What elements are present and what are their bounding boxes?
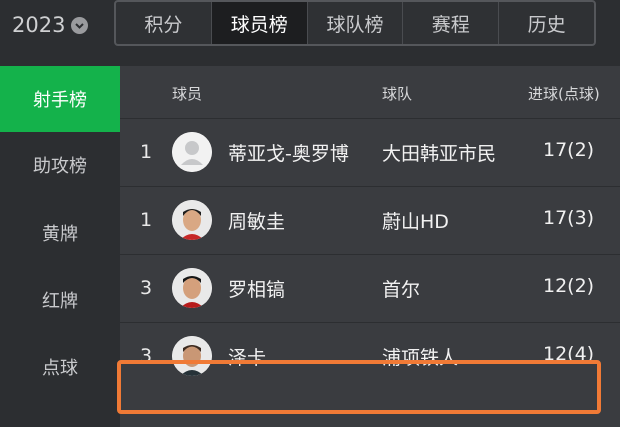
rankings-table: 球员 球队 进球(点球) 1 蒂亚戈-奥罗博 大田韩亚市民 17(2) 1 周敏… bbox=[120, 66, 620, 427]
tab-bar: 积分 球员榜 球队榜 赛程 历史 bbox=[114, 0, 596, 46]
player-photo-avatar bbox=[172, 268, 212, 308]
player-photo-avatar bbox=[172, 200, 212, 240]
row-rank: 3 bbox=[140, 277, 153, 299]
goals-value: 17(2) bbox=[543, 139, 595, 161]
tab-player-rankings[interactable]: 球员榜 bbox=[211, 2, 308, 44]
table-row[interactable]: 3 泽卡 浦项铁人 12(4) bbox=[120, 322, 620, 391]
chevron-down-icon bbox=[71, 16, 89, 34]
player-name[interactable]: 罗相镐 bbox=[228, 275, 285, 302]
player-name[interactable]: 泽卡 bbox=[228, 343, 266, 370]
tab-team-rankings[interactable]: 球队榜 bbox=[308, 2, 404, 44]
table-row[interactable]: 1 周敏圭 蔚山HD 17(3) bbox=[120, 186, 620, 255]
sidebar-item-red-cards[interactable]: 红牌 bbox=[0, 267, 120, 333]
category-sidebar: 射手榜 助攻榜 黄牌 红牌 点球 bbox=[0, 66, 120, 427]
team-name[interactable]: 蔚山HD bbox=[382, 207, 449, 234]
season-year: 2023 bbox=[12, 13, 66, 37]
sidebar-item-assists[interactable]: 助攻榜 bbox=[0, 132, 120, 198]
goals-value: 17(3) bbox=[543, 207, 595, 229]
row-rank: 3 bbox=[140, 345, 153, 367]
sidebar-item-penalties[interactable]: 点球 bbox=[0, 334, 120, 400]
table-row[interactable]: 3 罗相镐 首尔 12(2) bbox=[120, 254, 620, 323]
table-header: 球员 球队 进球(点球) bbox=[120, 66, 620, 118]
table-row[interactable]: 1 蒂亚戈-奥罗博 大田韩亚市民 17(2) bbox=[120, 118, 620, 187]
team-name[interactable]: 大田韩亚市民 bbox=[382, 139, 496, 166]
team-name[interactable]: 浦项铁人 bbox=[382, 343, 458, 370]
tab-schedule[interactable]: 赛程 bbox=[403, 2, 500, 44]
placeholder-avatar-icon bbox=[172, 132, 212, 172]
tab-standings[interactable]: 积分 bbox=[116, 2, 212, 44]
goals-value: 12(4) bbox=[543, 343, 595, 365]
goals-value: 12(2) bbox=[543, 275, 595, 297]
column-header-team: 球队 bbox=[382, 85, 413, 103]
tab-history[interactable]: 历史 bbox=[499, 2, 594, 44]
row-rank: 1 bbox=[140, 141, 153, 163]
top-bar: 2023 积分 球员榜 球队榜 赛程 历史 bbox=[0, 0, 620, 66]
season-selector[interactable]: 2023 bbox=[12, 10, 89, 40]
player-name[interactable]: 周敏圭 bbox=[228, 207, 285, 234]
sidebar-item-yellow-cards[interactable]: 黄牌 bbox=[0, 200, 120, 266]
column-header-goals: 进球(点球) bbox=[528, 85, 600, 103]
team-name[interactable]: 首尔 bbox=[382, 275, 420, 302]
player-photo-avatar bbox=[172, 336, 212, 376]
row-rank: 1 bbox=[140, 209, 153, 231]
sidebar-item-top-scorers[interactable]: 射手榜 bbox=[0, 66, 120, 132]
column-header-player: 球员 bbox=[172, 85, 203, 103]
player-name[interactable]: 蒂亚戈-奥罗博 bbox=[228, 139, 349, 166]
